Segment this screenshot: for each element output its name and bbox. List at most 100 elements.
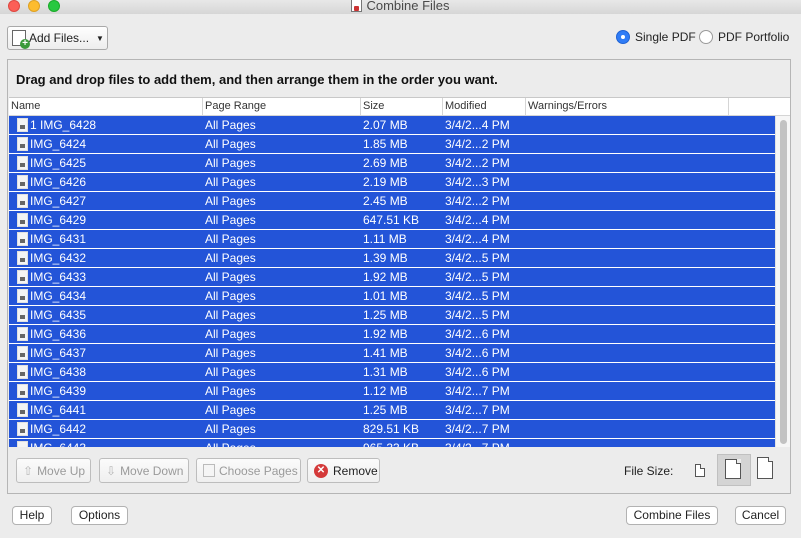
warnings-cell bbox=[526, 230, 729, 248]
modified-cell: 3/4/2...5 PM bbox=[445, 251, 510, 265]
file-name: 1 IMG_6428 bbox=[30, 118, 97, 132]
table-row[interactable]: IMG_6425 All Pages 2.69 MB 3/4/2...2 PM bbox=[9, 154, 775, 173]
cancel-button[interactable]: Cancel bbox=[735, 506, 786, 525]
page-range-cell: All Pages bbox=[205, 365, 256, 379]
help-button[interactable]: Help bbox=[12, 506, 52, 525]
page-range-cell: All Pages bbox=[205, 175, 256, 189]
remove-icon: ✕ bbox=[314, 463, 328, 478]
column-header-name[interactable]: Name bbox=[9, 98, 203, 115]
combine-files-button[interactable]: Combine Files bbox=[626, 506, 718, 525]
table-scrollbar[interactable] bbox=[775, 116, 790, 447]
remove-button[interactable]: ✕ Remove bbox=[307, 458, 380, 483]
file-name-cell: IMG_6427 bbox=[9, 192, 203, 210]
size-cell: 1.31 MB bbox=[363, 365, 408, 379]
size-cell: 1.39 MB bbox=[363, 251, 408, 265]
pages-icon bbox=[203, 464, 215, 477]
column-header-size[interactable]: Size bbox=[361, 98, 443, 115]
file-name: IMG_6431 bbox=[30, 232, 87, 246]
image-file-icon bbox=[17, 308, 28, 322]
window-titlebar: Combine Files bbox=[0, 0, 801, 14]
size-cell: 2.07 MB bbox=[363, 118, 408, 132]
choose-pages-button[interactable]: Choose Pages bbox=[196, 458, 301, 483]
warnings-cell bbox=[526, 249, 729, 267]
table-row[interactable]: IMG_6436 All Pages 1.92 MB 3/4/2...6 PM bbox=[9, 325, 775, 344]
file-name-cell: IMG_6424 bbox=[9, 135, 203, 153]
scrollbar-thumb[interactable] bbox=[780, 120, 787, 444]
file-name: IMG_6427 bbox=[30, 194, 87, 208]
file-name-cell: IMG_6426 bbox=[9, 173, 203, 191]
file-name-cell: IMG_6429 bbox=[9, 211, 203, 229]
table-row[interactable]: IMG_6443 All Pages965.33 KB3/4/2...7 PM bbox=[9, 439, 775, 447]
options-button[interactable]: Options bbox=[71, 506, 128, 525]
arrow-down-icon: ⇩ bbox=[106, 463, 117, 478]
page-range-cell: All Pages bbox=[205, 213, 256, 227]
small-file-size-icon[interactable] bbox=[695, 464, 705, 477]
table-row[interactable]: IMG_6437 All Pages 1.41 MB 3/4/2...6 PM bbox=[9, 344, 775, 363]
table-row[interactable]: IMG_6438 All Pages 1.31 MB 3/4/2...6 PM bbox=[9, 363, 775, 382]
table-body: 1 IMG_6428 All Pages 2.07 MB 3/4/2...4 PM IM… bbox=[9, 116, 775, 447]
window-title-text: Combine Files bbox=[366, 0, 450, 13]
modified-cell: 3/4/2...7 PM bbox=[445, 384, 510, 398]
image-file-icon bbox=[17, 213, 28, 227]
table-row[interactable]: IMG_6433 All Pages 1.92 MB 3/4/2...5 PM bbox=[9, 268, 775, 287]
file-name: IMG_6435 bbox=[30, 308, 87, 322]
pdf-portfolio-radio[interactable] bbox=[699, 30, 713, 44]
table-row[interactable]: IMG_6427 All Pages 2.45 MB 3/4/2...2 PM bbox=[9, 192, 775, 211]
move-down-button[interactable]: ⇩ Move Down bbox=[99, 458, 189, 483]
page-range-cell: All Pages bbox=[205, 194, 256, 208]
modified-cell: 3/4/2...5 PM bbox=[445, 270, 510, 284]
table-row[interactable]: IMG_6434 All Pages 1.01 MB 3/4/2...5 PM bbox=[9, 287, 775, 306]
image-file-icon bbox=[17, 289, 28, 303]
warnings-cell bbox=[526, 325, 729, 343]
size-cell: 1.92 MB bbox=[363, 327, 408, 341]
table-row[interactable]: IMG_6435 All Pages 1.25 MB 3/4/2...5 PM bbox=[9, 306, 775, 325]
size-cell: 1.12 MB bbox=[363, 384, 408, 398]
page-range-cell: All Pages bbox=[205, 346, 256, 360]
warnings-cell bbox=[526, 344, 729, 362]
modified-cell: 3/4/2...6 PM bbox=[445, 327, 510, 341]
modified-cell: 3/4/2...7 PM bbox=[443, 439, 526, 447]
column-header-modified[interactable]: Modified bbox=[443, 98, 526, 115]
table-row[interactable]: IMG_6442 All Pages 829.51 KB 3/4/2...7 PM bbox=[9, 420, 775, 439]
move-up-button[interactable]: ⇧ Move Up bbox=[16, 458, 91, 483]
table-row[interactable]: IMG_6431 All Pages 1.11 MB 3/4/2...4 PM bbox=[9, 230, 775, 249]
single-pdf-option[interactable]: Single PDF bbox=[616, 30, 696, 44]
table-row[interactable]: IMG_6439 All Pages 1.12 MB 3/4/2...7 PM bbox=[9, 382, 775, 401]
add-files-button[interactable]: Add Files... ▼ bbox=[7, 26, 108, 50]
column-header-page-range[interactable]: Page Range bbox=[203, 98, 361, 115]
file-name: IMG_6437 bbox=[30, 346, 87, 360]
choose-pages-label: Choose Pages bbox=[219, 463, 298, 478]
table-row[interactable]: IMG_6432 All Pages 1.39 MB 3/4/2...5 PM bbox=[9, 249, 775, 268]
size-cell: 829.51 KB bbox=[363, 422, 420, 436]
table-row[interactable]: 1 IMG_6428 All Pages 2.07 MB 3/4/2...4 PM bbox=[9, 116, 775, 135]
table-row[interactable]: IMG_6426 All Pages 2.19 MB 3/4/2...3 PM bbox=[9, 173, 775, 192]
file-name: IMG_6441 bbox=[30, 403, 87, 417]
single-pdf-radio[interactable] bbox=[616, 30, 630, 44]
modified-cell: 3/4/2...7 PM bbox=[445, 422, 510, 436]
size-cell: 965.33 KB bbox=[361, 439, 443, 447]
file-name-cell: IMG_6438 bbox=[9, 363, 203, 381]
size-cell: 1.92 MB bbox=[363, 270, 408, 284]
modified-cell: 3/4/2...5 PM bbox=[445, 289, 510, 303]
table-row[interactable]: IMG_6441 All Pages 1.25 MB 3/4/2...7 PM bbox=[9, 401, 775, 420]
size-cell: 1.25 MB bbox=[363, 403, 408, 417]
large-file-size-icon[interactable] bbox=[757, 457, 773, 479]
file-name: IMG_6436 bbox=[30, 327, 87, 341]
image-file-icon bbox=[17, 365, 28, 379]
table-row[interactable]: IMG_6424 All Pages 1.85 MB 3/4/2...2 PM bbox=[9, 135, 775, 154]
file-name-cell: IMG_6442 bbox=[9, 420, 203, 438]
pdf-portfolio-option[interactable]: PDF Portfolio bbox=[699, 30, 789, 44]
file-size-label: File Size: bbox=[624, 464, 674, 478]
modified-cell: 3/4/2...3 PM bbox=[445, 175, 510, 189]
combine-files-icon bbox=[351, 0, 363, 12]
image-file-icon bbox=[17, 175, 28, 189]
size-cell: 1.41 MB bbox=[363, 346, 408, 360]
column-header-warnings[interactable]: Warnings/Errors bbox=[526, 98, 729, 115]
table-row[interactable]: IMG_6429 All Pages 647.51 KB 3/4/2...4 PM bbox=[9, 211, 775, 230]
file-name-cell: IMG_6439 bbox=[9, 382, 203, 400]
image-file-icon bbox=[17, 137, 28, 151]
file-name-cell: IMG_6441 bbox=[9, 401, 203, 419]
file-name: IMG_6432 bbox=[30, 251, 87, 265]
modified-cell: 3/4/2...5 PM bbox=[445, 308, 510, 322]
page-range-cell: All Pages bbox=[205, 289, 256, 303]
